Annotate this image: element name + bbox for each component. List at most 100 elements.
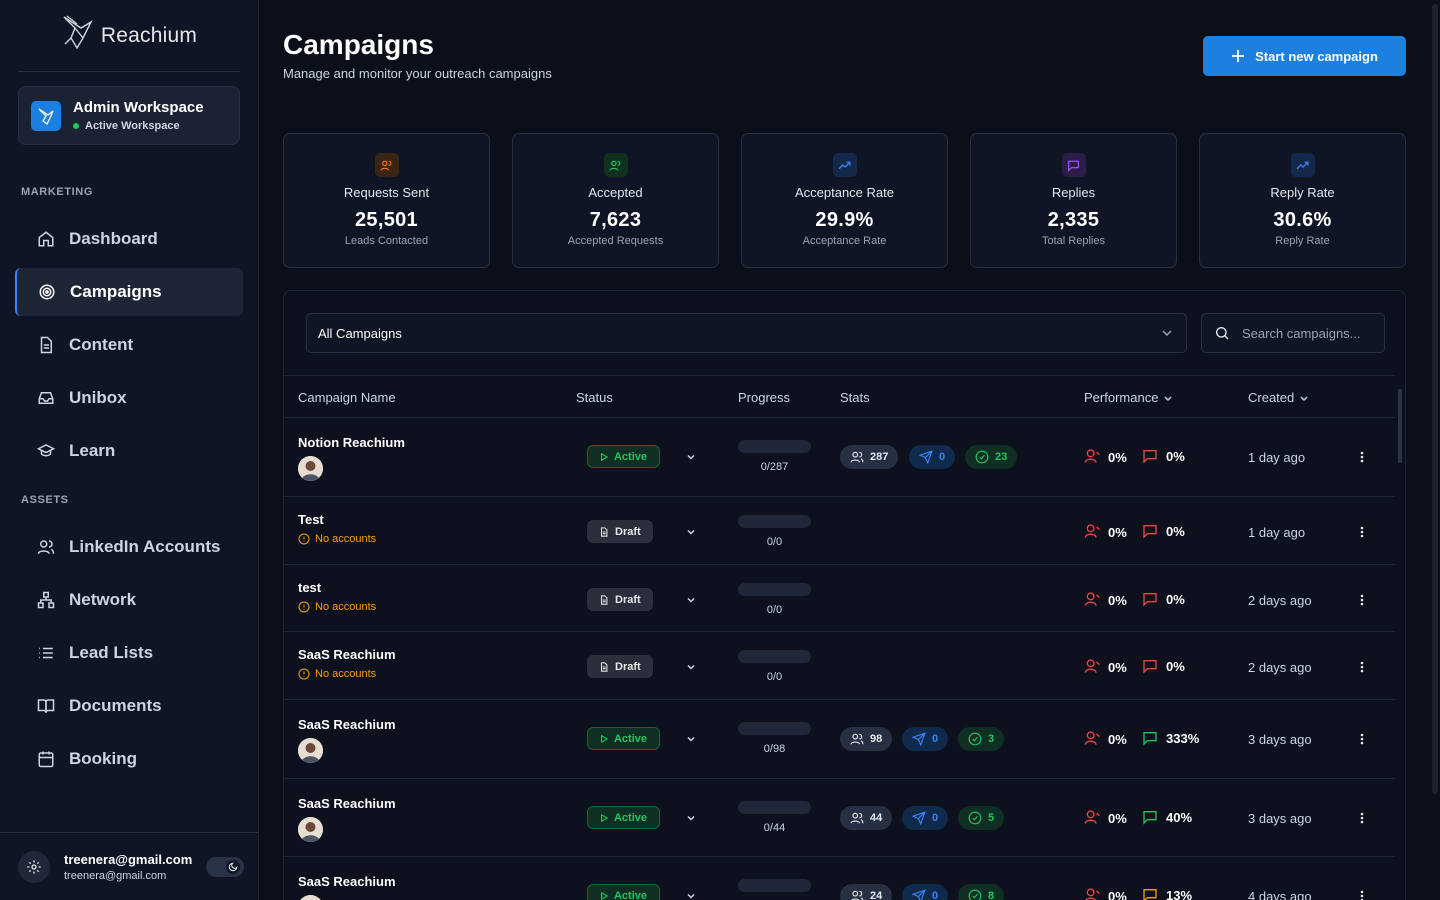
- reply-rate: 0%: [1142, 591, 1185, 607]
- user-profile[interactable]: treenera@gmail.com treenera@gmail.com: [0, 832, 258, 900]
- message-icon: [1143, 525, 1157, 539]
- campaign-name[interactable]: SaaS Reachium: [298, 647, 396, 662]
- page-scrollbar[interactable]: [1432, 4, 1438, 794]
- more-options-icon[interactable]: [1360, 889, 1364, 900]
- status-text: Draft: [615, 525, 641, 538]
- column-created[interactable]: Created: [1248, 390, 1309, 405]
- accepted-count-pill: 3: [958, 727, 1005, 751]
- table-row[interactable]: Test No accounts Draft 0/0 0% 0% 1 day ago: [284, 497, 1395, 565]
- chevron-down-icon[interactable]: [685, 661, 697, 673]
- plus-icon: [1232, 50, 1245, 62]
- table-row[interactable]: SaaS Reachium Active 0/98 98 0 3 0% 333% 3 days …: [284, 700, 1395, 779]
- sent-count: 0: [932, 890, 939, 900]
- progress-bar: [738, 879, 811, 892]
- acceptance-rate: 0%: [1084, 523, 1127, 542]
- target-icon: [39, 284, 55, 300]
- table-row[interactable]: Notion Reachium Active 0/287 287 0 23 0% 0% 1 da…: [284, 418, 1395, 497]
- sidebar-item-unibox[interactable]: Unibox: [15, 374, 243, 422]
- scrollbar-thumb[interactable]: [1398, 389, 1402, 463]
- more-options-icon[interactable]: [1360, 525, 1364, 539]
- settings-gear-icon[interactable]: [18, 850, 50, 883]
- table-row[interactable]: SaaS Reachium No accounts Draft 0/0 0% 0% 2 da…: [284, 632, 1395, 700]
- campaign-name[interactable]: Test: [298, 512, 324, 527]
- search-input[interactable]: Search campaigns...: [1201, 313, 1385, 353]
- accepted-count-pill: 5: [958, 806, 1005, 830]
- chevron-down-icon: [1300, 396, 1308, 401]
- chevron-down-icon[interactable]: [685, 526, 697, 538]
- acceptance-rate-value: 0%: [1108, 660, 1127, 675]
- no-accounts-text: No accounts: [315, 668, 377, 680]
- sidebar-item-dashboard[interactable]: Dashboard: [15, 215, 243, 263]
- campaign-name[interactable]: test: [298, 580, 321, 595]
- sidebar-item-learn[interactable]: Learn: [15, 427, 243, 475]
- accepted-count: 3: [988, 733, 995, 745]
- acceptance-rate: 0%: [1084, 448, 1127, 467]
- reply-rate-value: 13%: [1166, 887, 1193, 900]
- table-scrollbar[interactable]: [1396, 375, 1402, 900]
- chevron-down-icon[interactable]: [685, 733, 697, 745]
- users-icon: [603, 153, 628, 177]
- more-options-icon[interactable]: [1360, 593, 1364, 607]
- more-options-icon[interactable]: [1360, 732, 1364, 746]
- user-name: treenera@gmail.com: [64, 851, 193, 867]
- message-icon: [1143, 889, 1157, 900]
- chevron-down-icon[interactable]: [685, 594, 697, 606]
- more-options-icon[interactable]: [1360, 811, 1364, 825]
- check-circle-icon: [968, 732, 982, 746]
- column-campaign-name[interactable]: Campaign Name: [298, 390, 396, 405]
- column-status: Status: [576, 390, 613, 405]
- sidebar-item-linkedin-accounts[interactable]: LinkedIn Accounts: [15, 523, 243, 571]
- more-options-icon[interactable]: [1360, 660, 1364, 674]
- accepted-count-pill: 8: [958, 884, 1005, 900]
- message-icon: [1143, 593, 1157, 607]
- reply-rate-value: 0%: [1166, 658, 1185, 674]
- column-performance[interactable]: Performance: [1084, 390, 1173, 405]
- progress-text: 0/0: [766, 671, 783, 683]
- send-icon: [912, 811, 926, 825]
- graduation-cap-icon: [37, 444, 55, 457]
- acceptance-rate: 0%: [1084, 591, 1127, 610]
- avatar: [298, 738, 323, 763]
- brand-logo[interactable]: Reachium: [18, 0, 240, 72]
- workspace-switcher[interactable]: Admin Workspace Active Workspace: [18, 86, 240, 145]
- leads-count-pill: 24: [840, 884, 893, 900]
- sidebar-item-documents[interactable]: Documents: [15, 682, 243, 730]
- sidebar-item-lead-lists[interactable]: Lead Lists: [15, 629, 243, 677]
- sent-count-pill: 0: [902, 806, 949, 830]
- sidebar-item-booking[interactable]: Booking: [15, 735, 243, 783]
- progress-bar: [738, 650, 811, 663]
- stat-card-requests-sent: Requests Sent 25,501 Leads Contacted: [283, 133, 490, 268]
- progress-bar: [738, 515, 811, 528]
- stat-value: 30.6%: [1273, 209, 1332, 231]
- chevron-down-icon[interactable]: [685, 890, 697, 900]
- chevron-down-icon[interactable]: [685, 451, 697, 463]
- start-new-campaign-button[interactable]: Start new campaign: [1203, 36, 1406, 76]
- accepted-count: 23: [995, 451, 1008, 463]
- table-row[interactable]: SaaS Reachium Active 24 0 8 0% 13% 4 days ago: [284, 857, 1395, 900]
- theme-toggle[interactable]: [206, 857, 244, 877]
- table-row[interactable]: test No accounts Draft 0/0 0% 0% 2 days ago: [284, 565, 1395, 632]
- chevron-down-icon[interactable]: [685, 812, 697, 824]
- page-subtitle: Manage and monitor your outreach campaig…: [283, 66, 552, 81]
- sidebar-item-campaigns[interactable]: Campaigns: [15, 268, 243, 316]
- reply-rate: 40%: [1142, 809, 1192, 825]
- check-circle-icon: [968, 889, 982, 900]
- campaign-name[interactable]: SaaS Reachium: [298, 796, 396, 811]
- campaign-name[interactable]: SaaS Reachium: [298, 717, 396, 732]
- sidebar-item-content[interactable]: Content: [15, 321, 243, 369]
- user-x-icon: [1084, 591, 1100, 610]
- campaign-name[interactable]: SaaS Reachium: [298, 874, 396, 889]
- search-placeholder: Search campaigns...: [1242, 325, 1361, 341]
- table-row[interactable]: SaaS Reachium Active 0/44 44 0 5 0% 40% 3 days a…: [284, 779, 1395, 857]
- acceptance-rate: 0%: [1084, 730, 1127, 749]
- send-icon: [912, 889, 926, 900]
- sidebar-item-label: Booking: [69, 749, 137, 768]
- created-date: 4 days ago: [1248, 889, 1312, 900]
- sidebar-item-label: Network: [69, 590, 137, 609]
- sidebar-item-network[interactable]: Network: [15, 576, 243, 624]
- users-icon: [850, 733, 864, 745]
- more-options-icon[interactable]: [1360, 450, 1364, 464]
- leads-count: 44: [870, 812, 883, 824]
- campaign-filter-select[interactable]: All Campaigns: [306, 313, 1187, 353]
- campaign-name[interactable]: Notion Reachium: [298, 435, 405, 450]
